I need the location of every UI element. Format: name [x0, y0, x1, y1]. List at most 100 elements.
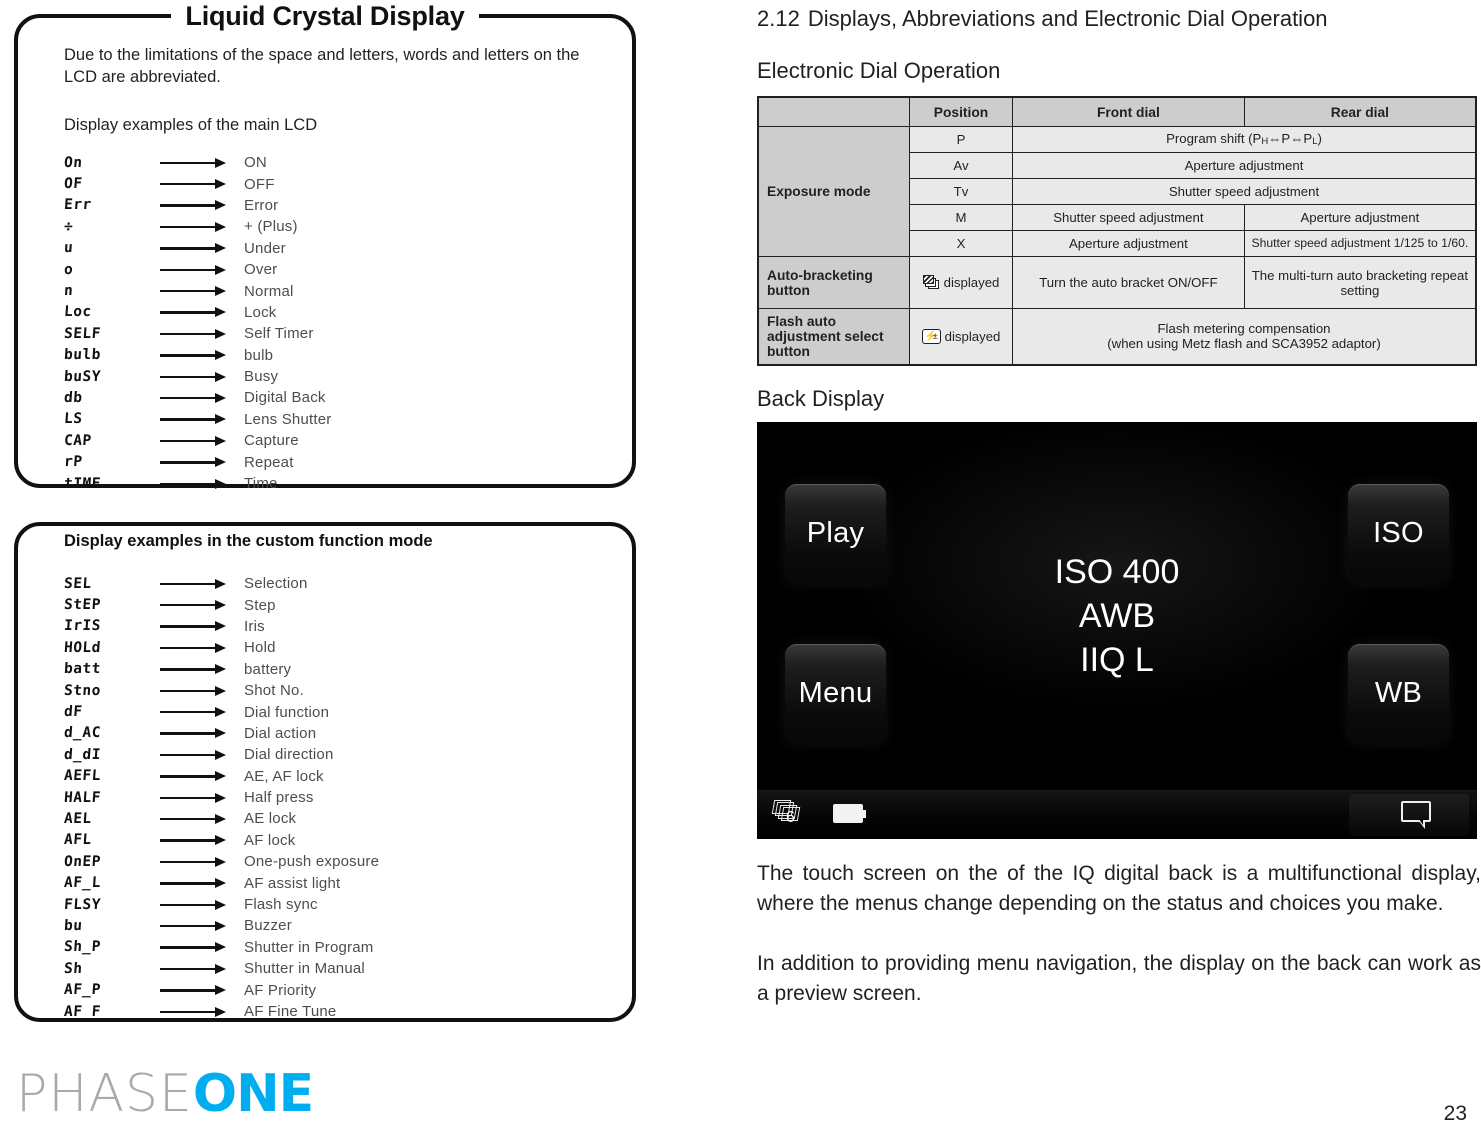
- lcd-code: rP: [63, 454, 84, 471]
- abbreviation-meaning: Step: [244, 596, 276, 614]
- abbreviation-row: AFL AF lock: [63, 830, 606, 851]
- abbreviation-row: HOLd Hold: [63, 637, 606, 658]
- capture-settings-readout: ISO 400 AWB IIQ L: [757, 550, 1477, 682]
- electronic-dial-operation-heading: Electronic Dial Operation: [757, 58, 1001, 83]
- lcd-code: Sh_P: [63, 939, 102, 956]
- abbreviation-meaning: Selection: [244, 575, 308, 593]
- abbreviation-row: tIME Time: [63, 473, 606, 494]
- lcd-code: n: [63, 283, 74, 300]
- abbreviation-row: u Under: [63, 238, 606, 259]
- arrow-right-icon: [160, 328, 234, 340]
- abbreviation-row: db Digital Back: [63, 387, 606, 408]
- arrow-right-icon: [160, 285, 234, 297]
- lcd-intro-text: Due to the limitations of the space and …: [64, 46, 580, 86]
- flash-desc-line2: (when using Metz flash and SCA3952 adapt…: [1107, 336, 1381, 352]
- abbreviation-meaning: AE lock: [244, 810, 297, 828]
- table-row-auto-bracketing: Auto-bracketing button displayed Turn the …: [757, 256, 1477, 309]
- row-header-auto-bracketing-button: Auto-bracketing button: [757, 256, 910, 309]
- row-header-flash-auto-adjustment-button: Flash auto adjustment select button: [757, 308, 910, 365]
- abbreviation-row: HALF Half press: [63, 787, 606, 808]
- lcd-code: AF_L: [63, 875, 102, 892]
- lcd-code: AEFL: [63, 768, 102, 785]
- abbreviation-meaning: Over: [244, 261, 278, 279]
- cell-position: M: [909, 204, 1013, 231]
- abbreviation-row: d_dI Dial direction: [63, 744, 606, 765]
- abbreviation-meaning: AE, AF lock: [244, 767, 324, 785]
- abbreviation-row: StEP Step: [63, 594, 606, 615]
- abbreviation-row: OF OFF: [63, 173, 606, 194]
- arrow-right-icon: [160, 856, 234, 868]
- arrow-right-icon: [160, 834, 234, 846]
- abbreviation-row: Stno Shot No.: [63, 680, 606, 701]
- lcd-code: Stno: [63, 682, 102, 699]
- section-heading: 2.12 Displays, Abbreviations and Electron…: [757, 0, 1481, 32]
- abbreviation-meaning: ON: [244, 154, 267, 172]
- abbreviation-row: bu Buzzer: [63, 915, 606, 936]
- abbreviation-row: batt battery: [63, 659, 606, 680]
- cell-front-dial: Shutter speed adjustment: [1012, 204, 1245, 231]
- abbreviation-row: Loc Lock: [63, 302, 606, 323]
- logo-phase-text: PHASE: [16, 1064, 193, 1124]
- abbreviation-row: CAP Capture: [63, 430, 606, 451]
- row-header-exposure-mode: Exposure mode: [757, 126, 910, 257]
- abbreviation-row: AF_P AF Priority: [63, 979, 606, 1000]
- lcd-code: Err: [63, 197, 93, 214]
- cell-position: Tv: [909, 178, 1013, 205]
- lcd-abbreviation-list: On ON OF OFF Err Error ÷ + (Plus) u Under o Over n No…: [63, 152, 606, 494]
- abbreviation-meaning: Shutter in Manual: [244, 960, 365, 978]
- body-paragraph-2: In addition to providing menu navigation…: [757, 951, 1481, 1005]
- abbreviation-row: Err Error: [63, 195, 606, 216]
- lcd-code: AFL: [63, 832, 93, 849]
- abbreviation-row: AEL AE lock: [63, 808, 606, 829]
- arrow-right-icon: [160, 456, 234, 468]
- abbreviation-meaning: + (Plus): [244, 218, 298, 236]
- lcd-code: d_AC: [63, 725, 102, 742]
- arrow-right-icon: [160, 578, 234, 590]
- arrow-right-icon: [160, 242, 234, 254]
- section-title: Displays, Abbreviations and Electronic D…: [807, 6, 1328, 31]
- arrow-right-icon: [160, 306, 234, 318]
- arrow-right-icon: [160, 663, 234, 675]
- abbreviation-meaning: Iris: [244, 617, 265, 635]
- abbreviation-meaning: bulb: [244, 346, 274, 364]
- lcd-code: batt: [63, 661, 102, 678]
- abbreviation-meaning: AF Fine Tune: [244, 1003, 337, 1020]
- arrow-right-icon: [160, 599, 234, 611]
- arrow-right-icon: [160, 157, 234, 169]
- lcd-code: bu: [63, 917, 84, 934]
- page-number: 23: [1443, 1102, 1467, 1125]
- lcd-code: d_dI: [63, 746, 102, 763]
- abbreviation-row: Sh_P Shutter in Program: [63, 937, 606, 958]
- lcd-code: SELF: [63, 325, 102, 342]
- lcd-code: OF: [63, 176, 84, 193]
- arrow-right-icon: [160, 963, 234, 975]
- abbreviation-row: LS Lens Shutter: [63, 409, 606, 430]
- lcd-code: db: [63, 389, 84, 406]
- custom-function-heading: Display examples in the custom function …: [64, 532, 433, 550]
- abbreviation-meaning: Error: [244, 196, 279, 214]
- arrow-right-icon: [160, 706, 234, 718]
- white-balance-value: AWB: [1078, 596, 1156, 635]
- lcd-code: bulb: [63, 347, 102, 364]
- arrow-right-icon: [160, 413, 234, 425]
- abbreviation-row: bulb bulb: [63, 345, 606, 366]
- abbreviation-meaning: OFF: [244, 175, 275, 193]
- arrow-right-icon: [160, 749, 234, 761]
- lcd-code: OnEP: [63, 853, 102, 870]
- abbreviation-row: Sh Shutter in Manual: [63, 958, 606, 979]
- electronic-dial-table: Position Front dial Rear dial Exposure mode…: [757, 96, 1477, 366]
- cell-front-dial: Shutter speed adjustment: [1012, 178, 1477, 205]
- abbreviation-meaning: Time: [244, 475, 278, 493]
- custom-function-display-panel: Display examples in the custom function …: [14, 522, 636, 1022]
- speech-bubble-icon[interactable]: [1401, 800, 1431, 829]
- cell-position: P: [909, 126, 1013, 153]
- cell-rear-dial: The multi-turn auto bracketing repeat se…: [1243, 256, 1477, 309]
- lcd-code: FLSY: [63, 896, 102, 913]
- displayed-label: displayed: [944, 328, 1001, 344]
- liquid-crystal-display-panel: Liquid Crystal Display Due to the limita…: [14, 0, 636, 492]
- back-display-heading: Back Display: [757, 385, 885, 411]
- arrow-right-icon: [160, 620, 234, 632]
- cell-front-dial: Aperture adjustment: [1012, 152, 1477, 179]
- abbreviation-row: rP Repeat: [63, 451, 606, 472]
- body-paragraph-1: The touch screen on the of the IQ digita…: [757, 861, 1481, 915]
